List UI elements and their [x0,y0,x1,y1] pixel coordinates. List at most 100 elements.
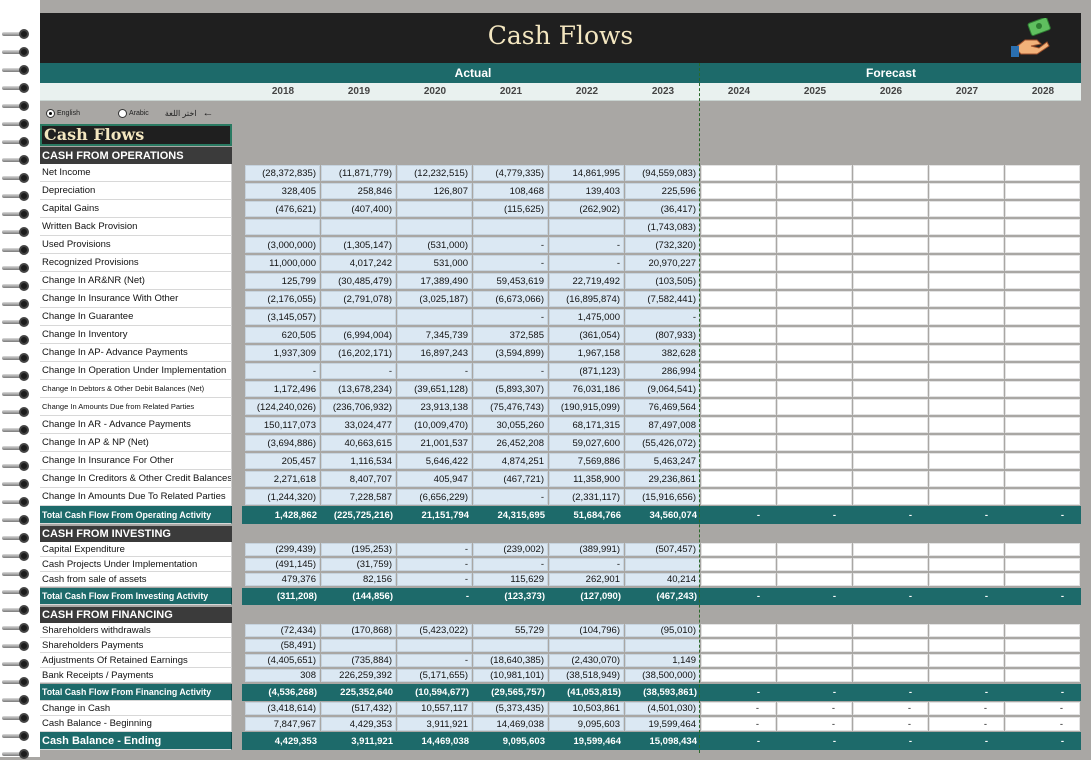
forecast-cell[interactable] [701,327,776,343]
forecast-cell[interactable] [1005,345,1080,361]
value-cell[interactable] [473,219,548,235]
row-label[interactable]: Cash Balance - Beginning [40,716,232,732]
value-cell[interactable]: 115,629 [473,573,548,586]
value-cell[interactable] [397,309,472,325]
value-cell[interactable]: (467,243) [625,589,700,604]
value-cell[interactable]: (31,759) [321,558,396,571]
value-cell[interactable]: (190,915,099) [549,399,624,415]
forecast-cell[interactable] [701,669,776,682]
forecast-cell[interactable] [701,399,776,415]
value-cell[interactable] [625,558,700,571]
forecast-cell[interactable]: - [853,702,928,715]
value-cell[interactable]: 21,151,794 [397,507,472,523]
value-cell[interactable]: - [321,363,396,379]
row-label[interactable]: Total Cash Flow From Financing Activity [40,684,232,701]
forecast-cell[interactable] [1005,639,1080,652]
value-cell[interactable] [625,639,700,652]
value-cell[interactable]: 5,646,422 [397,453,472,469]
value-cell[interactable]: - [473,558,548,571]
forecast-cell[interactable] [1005,327,1080,343]
value-cell[interactable]: 20,970,227 [625,255,700,271]
forecast-cell[interactable] [929,309,1004,325]
value-cell[interactable]: (732,320) [625,237,700,253]
value-cell[interactable]: 55,729 [473,624,548,637]
value-cell[interactable]: 14,469,038 [473,717,548,731]
value-cell[interactable]: (29,565,757) [473,685,548,700]
value-cell[interactable]: 87,497,008 [625,417,700,433]
forecast-cell[interactable]: - [853,589,928,604]
value-cell[interactable]: 29,236,861 [625,471,700,487]
value-cell[interactable]: 34,560,074 [625,507,700,523]
forecast-cell[interactable] [777,489,852,505]
value-cell[interactable]: 19,599,464 [549,733,624,749]
forecast-cell[interactable] [701,654,776,667]
forecast-cell[interactable] [929,543,1004,556]
value-cell[interactable]: (299,439) [245,543,320,556]
value-cell[interactable]: (2,176,055) [245,291,320,307]
sheet-title-cell[interactable]: Cash Flows [40,124,232,146]
value-cell[interactable]: (4,501,030) [625,702,700,715]
value-cell[interactable]: 126,807 [397,183,472,199]
value-cell[interactable]: 33,024,477 [321,417,396,433]
forecast-cell[interactable] [777,183,852,199]
forecast-cell[interactable] [701,417,776,433]
forecast-cell[interactable] [1005,201,1080,217]
forecast-cell[interactable] [853,345,928,361]
row-label[interactable]: Capital Gains [40,200,232,218]
forecast-cell[interactable] [701,381,776,397]
forecast-cell[interactable] [853,291,928,307]
forecast-cell[interactable]: - [853,507,928,523]
value-cell[interactable]: (39,651,128) [397,381,472,397]
value-cell[interactable]: (531,000) [397,237,472,253]
forecast-cell[interactable] [777,201,852,217]
forecast-cell[interactable] [1005,543,1080,556]
row-label[interactable]: Used Provisions [40,236,232,254]
forecast-cell[interactable]: - [701,733,776,749]
forecast-cell[interactable] [1005,165,1080,181]
row-label[interactable]: Cash from sale of assets [40,572,232,587]
forecast-cell[interactable] [853,573,928,586]
value-cell[interactable]: 108,468 [473,183,548,199]
value-cell[interactable]: (38,518,949) [549,669,624,682]
value-cell[interactable]: (2,430,070) [549,654,624,667]
forecast-cell[interactable] [777,558,852,571]
forecast-cell[interactable] [929,237,1004,253]
value-cell[interactable]: (127,090) [549,589,624,604]
value-cell[interactable] [397,219,472,235]
value-cell[interactable]: 11,000,000 [245,255,320,271]
value-cell[interactable]: 258,846 [321,183,396,199]
row-label[interactable]: Adjustments Of Retained Earnings [40,653,232,668]
row-label[interactable]: Written Back Provision [40,218,232,236]
value-cell[interactable]: (807,933) [625,327,700,343]
forecast-cell[interactable] [929,183,1004,199]
value-cell[interactable]: 8,407,707 [321,471,396,487]
forecast-cell[interactable] [777,624,852,637]
forecast-cell[interactable] [853,327,928,343]
value-cell[interactable]: (3,145,057) [245,309,320,325]
forecast-cell[interactable] [929,624,1004,637]
value-cell[interactable] [245,219,320,235]
value-cell[interactable]: (9,064,541) [625,381,700,397]
row-label[interactable]: Change In Debtors & Other Debit Balances… [40,380,232,398]
value-cell[interactable]: 1,172,496 [245,381,320,397]
forecast-cell[interactable] [929,327,1004,343]
value-cell[interactable]: (3,694,886) [245,435,320,451]
forecast-cell[interactable] [777,399,852,415]
forecast-cell[interactable] [701,309,776,325]
forecast-cell[interactable] [853,654,928,667]
forecast-cell[interactable] [1005,417,1080,433]
value-cell[interactable]: (6,994,004) [321,327,396,343]
value-cell[interactable]: 9,095,603 [473,733,548,749]
value-cell[interactable]: 139,403 [549,183,624,199]
value-cell[interactable]: 1,967,158 [549,345,624,361]
forecast-cell[interactable] [929,255,1004,271]
value-cell[interactable]: (517,432) [321,702,396,715]
forecast-cell[interactable] [701,201,776,217]
forecast-cell[interactable] [929,669,1004,682]
row-label[interactable]: Change In AR - Advance Payments [40,416,232,434]
forecast-cell[interactable] [853,183,928,199]
value-cell[interactable]: (10,009,470) [397,417,472,433]
forecast-cell[interactable] [1005,363,1080,379]
value-cell[interactable]: (236,706,932) [321,399,396,415]
value-cell[interactable]: (239,002) [473,543,548,556]
